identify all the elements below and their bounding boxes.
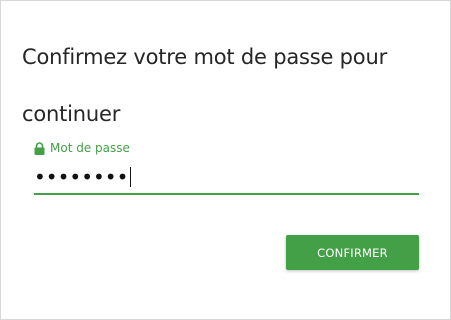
password-label-text: Mot de passe: [50, 141, 130, 155]
dialog-title: Confirmez votre mot de passe pour contin…: [22, 45, 388, 126]
text-caret: [130, 167, 131, 187]
confirm-password-dialog: Confirmez votre mot de passe pour contin…: [0, 0, 451, 320]
password-field-label: Mot de passe: [34, 139, 130, 157]
password-input[interactable]: [34, 165, 419, 195]
confirm-button[interactable]: CONFIRMER: [286, 235, 419, 270]
password-field: Mot de passe: [34, 139, 419, 201]
lock-icon: [34, 141, 45, 155]
